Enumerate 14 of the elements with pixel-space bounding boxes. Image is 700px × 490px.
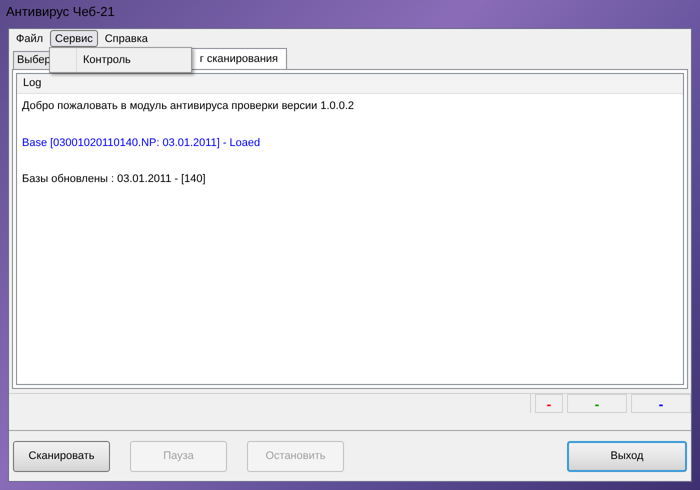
menu-item[interactable]: Справка [100, 30, 153, 46]
menu-item[interactable]: Сервис [50, 30, 98, 46]
window-title: Антивирус Чеб-21 [6, 3, 115, 22]
log-line: Базы обновлены : 03.01.2011 - [140] [22, 172, 207, 187]
log-line: Добро пожаловать в модуль антивируса проверки версии 1.0.0.2 [22, 99, 356, 114]
action-button[interactable]: Выход [567, 440, 687, 472]
status-dash: - [658, 396, 664, 410]
status-dash: - [594, 396, 600, 410]
column-header: Log [17, 74, 683, 94]
menu-item[interactable]: Файл [11, 30, 48, 46]
action-button[interactable]: Сканировать [13, 440, 110, 472]
menu-option[interactable]: Контроль [77, 52, 131, 68]
status-dash: - [546, 396, 552, 410]
log-line: Base [03001020110140.NP: 03.01.2011] - Loaed [22, 136, 262, 150]
